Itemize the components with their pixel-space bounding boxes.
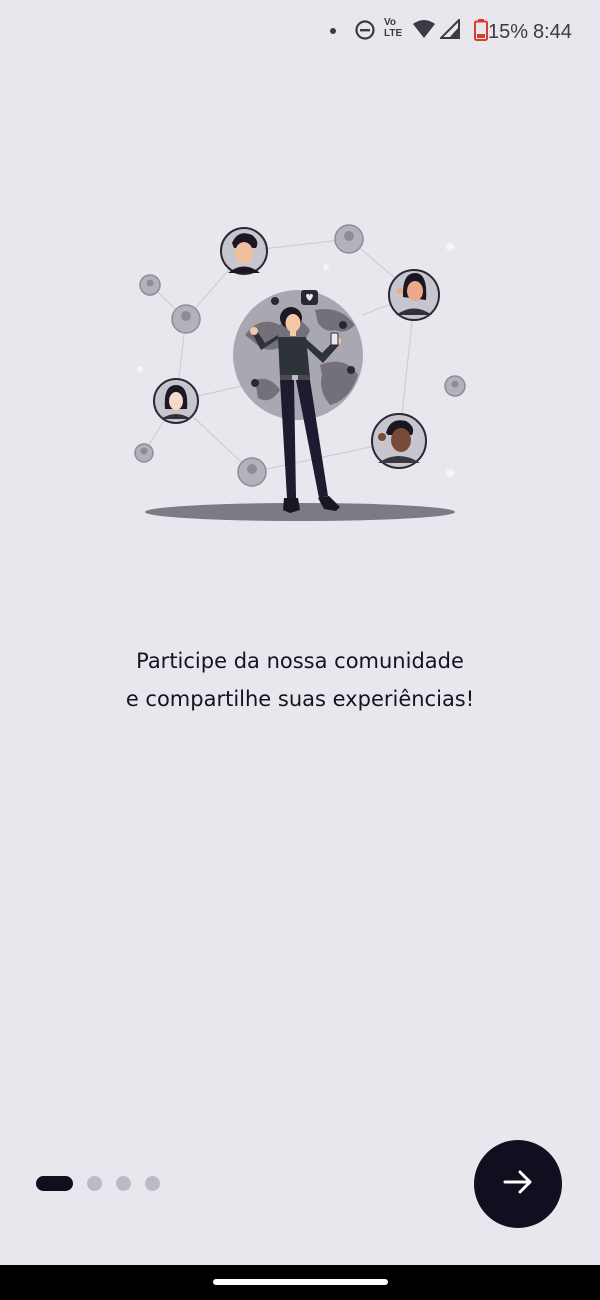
- volte-bottom-label: LTE: [384, 28, 403, 39]
- wifi-icon: [412, 19, 436, 39]
- page-indicator-dot: [116, 1175, 131, 1191]
- page-indicator-dot: [87, 1175, 102, 1191]
- page-indicator: [36, 1175, 160, 1191]
- onboarding-message: Participe da nossa comunidade e comparti…: [0, 642, 600, 718]
- home-gesture-handle[interactable]: [213, 1279, 388, 1285]
- arrow-right-icon: [501, 1165, 535, 1203]
- do-not-disturb-icon: [354, 19, 376, 41]
- cell-signal-icon: [440, 19, 460, 39]
- onboarding-message-line1: Participe da nossa comunidade: [136, 649, 464, 673]
- volte-top-label: Vo: [384, 17, 397, 28]
- clock: 8:44: [533, 21, 572, 43]
- page-indicator-dot-active: [36, 1175, 73, 1191]
- battery-percent: 15%: [488, 21, 529, 43]
- system-navigation-bar: [0, 1265, 600, 1300]
- page-indicator-dot: [145, 1175, 160, 1191]
- next-button[interactable]: [474, 1140, 562, 1228]
- onboarding-message-line2: e compartilhe suas experiências!: [125, 687, 475, 711]
- volte-icon: Vo LTE: [384, 17, 403, 40]
- battery-low-icon: [474, 19, 488, 41]
- community-illustration: [130, 215, 470, 535]
- notification-dot-icon: [328, 22, 338, 40]
- status-bar: Vo LTE 15% 8:44: [0, 0, 600, 64]
